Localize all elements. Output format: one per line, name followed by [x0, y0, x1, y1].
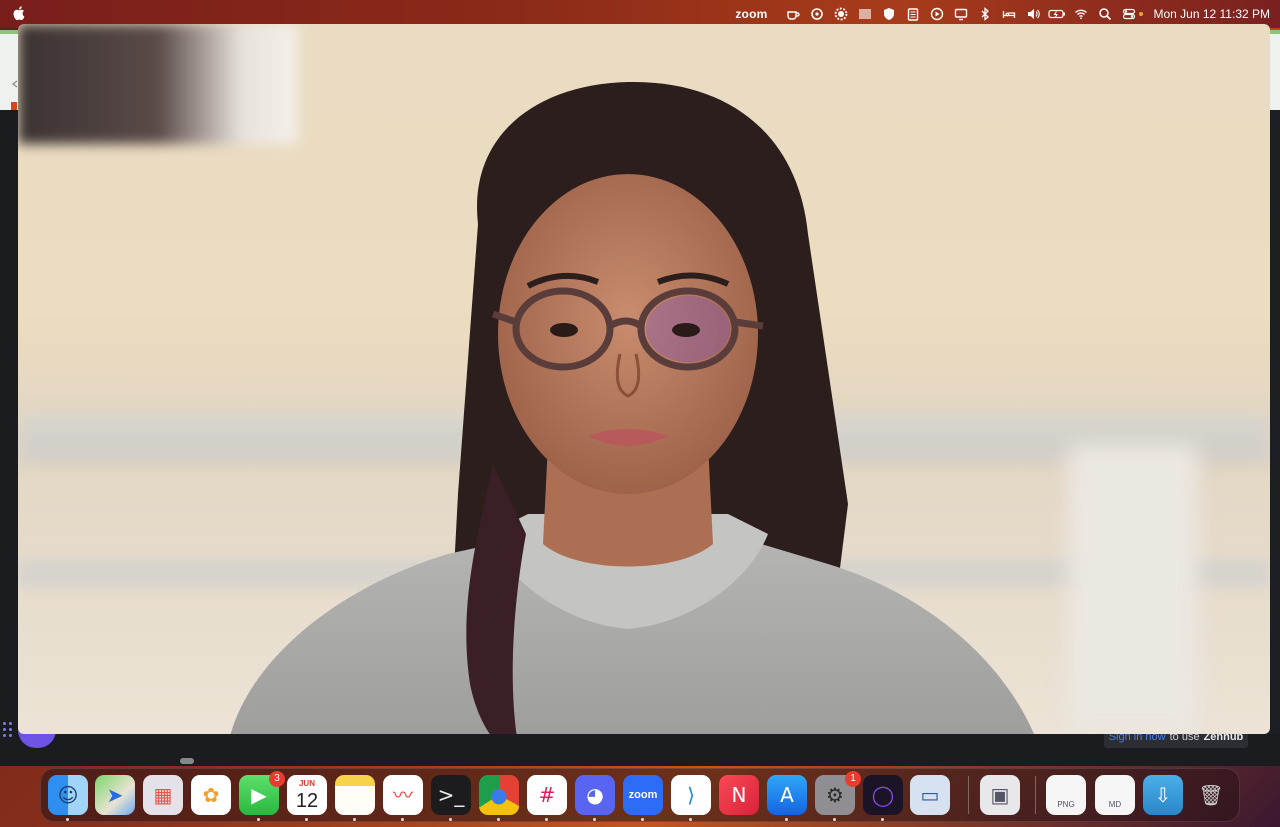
- running-indicator: [497, 818, 500, 821]
- facetime-icon[interactable]: ▶ 3: [239, 771, 285, 815]
- news-icon[interactable]: N: [719, 775, 759, 815]
- mic-indicator-dot: [1139, 12, 1144, 16]
- freeform-icon[interactable]: 〰: [383, 775, 423, 815]
- calendar-month: JUN: [298, 779, 315, 788]
- arc-glyph: ◯: [871, 783, 895, 807]
- news-glyph: N: [731, 783, 747, 807]
- downloads-icon[interactable]: ⇩: [1143, 775, 1183, 815]
- vscode-icon[interactable]: ⟩: [671, 775, 711, 815]
- zoom-video-window[interactable]: [18, 24, 1270, 734]
- png-file-icon[interactable]: PNG: [1046, 775, 1086, 815]
- preview-glyph: ▣: [990, 783, 1010, 807]
- running-indicator: [785, 818, 788, 821]
- png-file-label: PNG: [1057, 799, 1075, 809]
- photos-icon[interactable]: ✿: [191, 775, 231, 815]
- trash-icon[interactable]: 🗑: [1191, 775, 1231, 815]
- maps-glyph: ➤: [106, 783, 124, 807]
- running-indicator: [305, 818, 308, 821]
- terminal-glyph: >_: [437, 783, 465, 807]
- running-indicator: [593, 818, 596, 821]
- notes-icon[interactable]: [335, 775, 375, 815]
- scroll-indicator[interactable]: [180, 758, 194, 764]
- dock-separator: [1035, 776, 1036, 814]
- appstore-icon[interactable]: A: [767, 775, 807, 815]
- finder-glyph: ☺: [57, 783, 79, 807]
- appstore-glyph: A: [780, 783, 794, 807]
- trash-glyph: 🗑: [1198, 783, 1224, 807]
- preview-icon[interactable]: ▣: [980, 775, 1020, 815]
- dock: ☺ ➤ ▦ ✿ ▶ 3 JUN 12 〰 >_ ● # ◕ zoom ⟩ N A ⚙ 1 ◯ ▭ ▣ PNG MD ⇩ 🗑: [40, 768, 1240, 822]
- running-indicator: [353, 818, 356, 821]
- chrome-glyph: ●: [490, 783, 508, 807]
- running-indicator: [66, 818, 69, 821]
- discord-glyph: ◕: [586, 783, 604, 807]
- md-file-icon[interactable]: MD: [1095, 775, 1135, 815]
- running-indicator: [257, 818, 260, 821]
- calendar-icon[interactable]: JUN 12: [287, 775, 327, 815]
- running-indicator: [881, 818, 884, 821]
- running-indicator: [689, 818, 692, 821]
- participant-video-icon: [230, 81, 1034, 734]
- slack-glyph: #: [538, 783, 556, 807]
- apple-icon[interactable]: [13, 6, 25, 20]
- launchpad-icon[interactable]: ▦: [143, 775, 183, 815]
- running-indicator: [545, 818, 548, 821]
- dock-separator: [968, 776, 969, 814]
- running-indicator: [449, 818, 452, 821]
- md-file-label: MD: [1108, 799, 1122, 809]
- settings-glyph: ⚙: [826, 783, 844, 807]
- drag-handle-icon[interactable]: [3, 722, 13, 738]
- screen-glyph: ▭: [920, 783, 940, 807]
- notification-badge: 1: [845, 771, 861, 787]
- calendar-day: 12: [295, 790, 319, 812]
- launchpad-glyph: ▦: [153, 783, 173, 807]
- arc-icon[interactable]: ◯: [863, 775, 903, 815]
- zoom-icon[interactable]: zoom: [623, 775, 663, 815]
- maps-icon[interactable]: ➤: [95, 775, 135, 815]
- screen-icon[interactable]: ▭: [910, 775, 950, 815]
- terminal-icon[interactable]: >_: [431, 775, 471, 815]
- zoom-label: zoom: [628, 789, 658, 801]
- running-indicator: [641, 818, 644, 821]
- facetime-glyph: ▶: [251, 783, 267, 807]
- discord-icon[interactable]: ◕: [575, 775, 615, 815]
- settings-icon[interactable]: ⚙ 1: [815, 771, 861, 815]
- wall-panel: [1068, 444, 1198, 734]
- finder-icon[interactable]: ☺: [48, 775, 88, 815]
- running-indicator: [833, 818, 836, 821]
- running-indicator: [401, 818, 404, 821]
- background-sidebar-strip: [0, 110, 18, 766]
- freeform-glyph: 〰: [393, 783, 413, 807]
- notification-badge: 3: [269, 771, 285, 787]
- chrome-icon[interactable]: ●: [479, 775, 519, 815]
- photos-glyph: ✿: [202, 783, 220, 807]
- downloads-glyph: ⇩: [1154, 783, 1172, 807]
- slack-icon[interactable]: #: [527, 775, 567, 815]
- vscode-glyph: ⟩: [687, 783, 695, 807]
